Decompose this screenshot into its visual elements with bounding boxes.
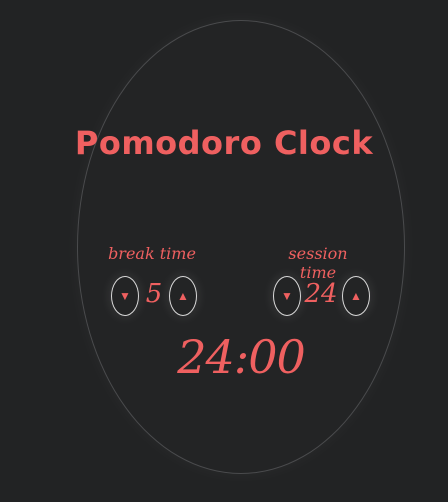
triangle-down-icon: ▼	[281, 289, 293, 303]
session-increment-button[interactable]: ▲	[342, 276, 370, 316]
break-time-value: 5	[145, 279, 163, 309]
session-decrement-button[interactable]: ▼	[273, 276, 301, 316]
session-time-value: 24	[304, 279, 338, 309]
break-increment-button[interactable]: ▲	[169, 276, 197, 316]
break-decrement-button[interactable]: ▼	[111, 276, 139, 316]
app-title: Pomodoro Clock	[74, 124, 374, 162]
break-time-label: break time	[108, 244, 196, 263]
triangle-down-icon: ▼	[119, 289, 131, 303]
triangle-up-icon: ▲	[177, 289, 189, 303]
timer-display[interactable]: 24:00	[0, 330, 448, 384]
triangle-up-icon: ▲	[350, 289, 362, 303]
